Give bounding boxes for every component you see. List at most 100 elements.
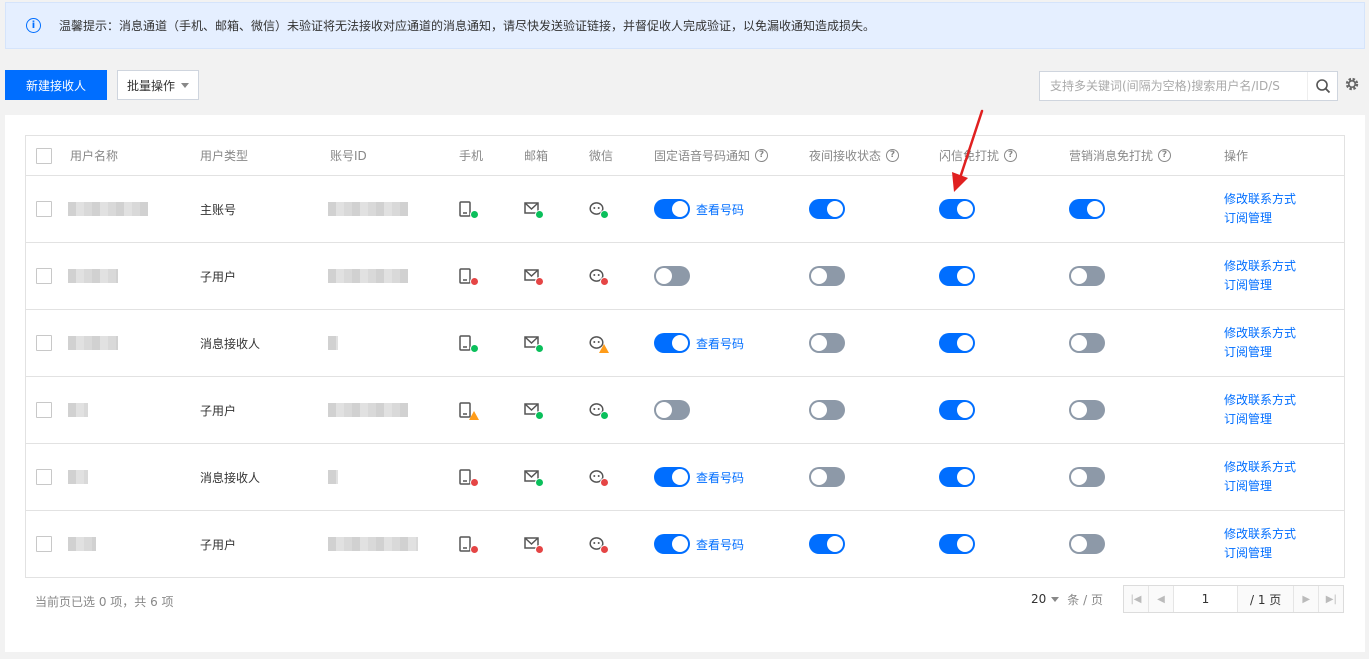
edit-contact-link[interactable]: 修改联系方式 xyxy=(1224,392,1296,409)
voice-notify-toggle[interactable] xyxy=(654,400,690,420)
user-type: 主账号 xyxy=(200,202,237,217)
page-size-select[interactable]: 20 条 / 页 xyxy=(1031,591,1103,608)
help-icon[interactable]: ? xyxy=(886,149,900,162)
phone-icon xyxy=(459,268,479,286)
marketing-dnd-toggle[interactable] xyxy=(1069,199,1105,219)
help-icon[interactable]: ? xyxy=(755,149,769,162)
marketing-dnd-toggle[interactable] xyxy=(1069,534,1105,554)
user-type: 消息接收人 xyxy=(200,470,261,485)
header-marketing: 营销消息免打扰 xyxy=(1069,149,1154,163)
subscription-link[interactable]: 订阅管理 xyxy=(1224,277,1272,294)
voice-notify-toggle[interactable] xyxy=(654,333,690,353)
flash-dnd-toggle[interactable] xyxy=(939,400,975,420)
table-row: 子用户 查看号码 修改联系方式 订阅管理 xyxy=(26,511,1344,578)
voice-notify-toggle[interactable] xyxy=(654,266,690,286)
first-page-icon[interactable]: |◀ xyxy=(1124,586,1149,612)
night-receive-toggle[interactable] xyxy=(809,199,845,219)
page-size-value: 20 xyxy=(1031,592,1047,606)
marketing-dnd-toggle[interactable] xyxy=(1069,333,1105,353)
subscription-link[interactable]: 订阅管理 xyxy=(1224,210,1272,227)
row-checkbox[interactable] xyxy=(36,402,52,418)
help-icon[interactable]: ? xyxy=(1158,149,1172,162)
phone-icon xyxy=(459,201,479,219)
subscription-link[interactable]: 订阅管理 xyxy=(1224,545,1272,562)
page-number-input[interactable] xyxy=(1173,586,1238,612)
status-err-badge xyxy=(535,277,544,286)
row-checkbox[interactable] xyxy=(36,536,52,552)
user-name-redacted xyxy=(68,269,118,283)
status-ok-badge xyxy=(600,411,609,420)
phone-icon xyxy=(459,402,479,420)
account-id-redacted xyxy=(328,336,338,350)
new-receiver-button[interactable]: 新建接收人 xyxy=(5,70,107,100)
view-number-link[interactable]: 查看号码 xyxy=(696,201,744,218)
edit-contact-link[interactable]: 修改联系方式 xyxy=(1224,459,1296,476)
subscription-link[interactable]: 订阅管理 xyxy=(1224,478,1272,495)
view-number-link[interactable]: 查看号码 xyxy=(696,536,744,553)
select-all-checkbox[interactable] xyxy=(36,147,52,164)
header-email: 邮箱 xyxy=(524,149,549,163)
row-checkbox[interactable] xyxy=(36,335,52,351)
edit-contact-link[interactable]: 修改联系方式 xyxy=(1224,526,1296,543)
user-type: 子用户 xyxy=(200,403,237,418)
marketing-dnd-toggle[interactable] xyxy=(1069,266,1105,286)
page-navigator: |◀ ◀ / 1 页 ▶ ▶| xyxy=(1122,585,1345,613)
phone-icon xyxy=(459,469,479,487)
subscription-link[interactable]: 订阅管理 xyxy=(1224,344,1272,361)
view-number-link[interactable]: 查看号码 xyxy=(696,335,744,352)
row-checkbox[interactable] xyxy=(36,268,52,284)
search-input[interactable] xyxy=(1040,72,1307,100)
wechat-icon xyxy=(589,402,609,420)
gear-icon[interactable] xyxy=(1344,76,1360,92)
night-receive-toggle[interactable] xyxy=(809,467,845,487)
pagination: 20 条 / 页 |◀ ◀ / 1 页 ▶ ▶| xyxy=(1031,585,1345,613)
status-err-badge xyxy=(470,478,479,487)
flash-dnd-toggle[interactable] xyxy=(939,266,975,286)
edit-contact-link[interactable]: 修改联系方式 xyxy=(1224,191,1296,208)
header-ops: 操作 xyxy=(1224,149,1249,163)
voice-notify-toggle[interactable] xyxy=(654,199,690,219)
marketing-dnd-toggle[interactable] xyxy=(1069,400,1105,420)
night-receive-toggle[interactable] xyxy=(809,266,845,286)
next-page-icon[interactable]: ▶ xyxy=(1293,586,1318,612)
flash-dnd-toggle[interactable] xyxy=(939,333,975,353)
edit-contact-link[interactable]: 修改联系方式 xyxy=(1224,258,1296,275)
status-err-badge xyxy=(470,277,479,286)
night-receive-toggle[interactable] xyxy=(809,400,845,420)
night-receive-toggle[interactable] xyxy=(809,534,845,554)
search-icon[interactable] xyxy=(1307,72,1337,100)
prev-page-icon[interactable]: ◀ xyxy=(1149,586,1174,612)
row-checkbox[interactable] xyxy=(36,469,52,485)
status-warn-badge xyxy=(469,411,479,420)
flash-dnd-toggle[interactable] xyxy=(939,467,975,487)
status-ok-badge xyxy=(535,411,544,420)
status-ok-badge xyxy=(535,344,544,353)
info-icon: i xyxy=(26,18,41,33)
batch-ops-label: 批量操作 xyxy=(126,78,175,93)
status-warn-badge xyxy=(599,344,609,353)
row-checkbox[interactable] xyxy=(36,201,52,217)
header-voice: 固定语音号码通知 xyxy=(654,149,751,163)
night-receive-toggle[interactable] xyxy=(809,333,845,353)
help-icon[interactable]: ? xyxy=(1004,149,1018,162)
flash-dnd-toggle[interactable] xyxy=(939,199,975,219)
status-err-badge xyxy=(535,545,544,554)
user-name-redacted xyxy=(68,336,118,350)
marketing-dnd-toggle[interactable] xyxy=(1069,467,1105,487)
table-row: 子用户 修改联系方式 订阅管理 xyxy=(26,377,1344,444)
voice-notify-toggle[interactable] xyxy=(654,467,690,487)
subscription-link[interactable]: 订阅管理 xyxy=(1224,411,1272,428)
page-size-unit: 条 / 页 xyxy=(1067,592,1103,607)
edit-contact-link[interactable]: 修改联系方式 xyxy=(1224,325,1296,342)
email-icon xyxy=(524,335,544,353)
user-name-redacted xyxy=(68,470,88,484)
flash-dnd-toggle[interactable] xyxy=(939,534,975,554)
search-box xyxy=(1039,71,1338,101)
last-page-icon[interactable]: ▶| xyxy=(1318,586,1343,612)
view-number-link[interactable]: 查看号码 xyxy=(696,469,744,486)
email-icon xyxy=(524,201,544,219)
batch-ops-dropdown[interactable]: 批量操作 xyxy=(117,70,199,100)
wechat-icon xyxy=(589,469,609,487)
status-ok-badge xyxy=(470,344,479,353)
voice-notify-toggle[interactable] xyxy=(654,534,690,554)
